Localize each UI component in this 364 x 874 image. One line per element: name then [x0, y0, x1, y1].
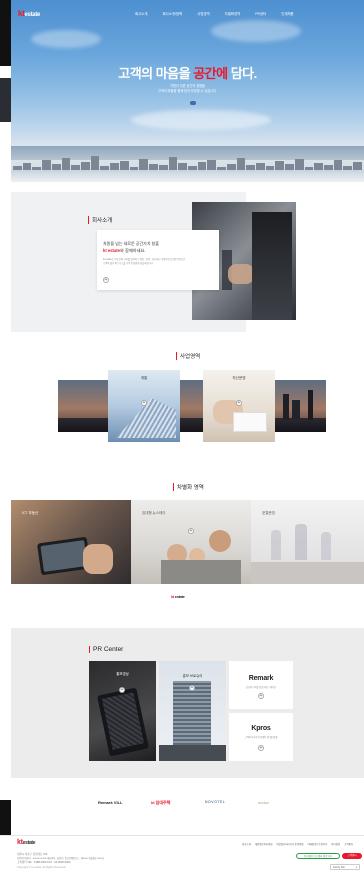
pr-card-brochure[interactable]: 홍보 브로슈어 +	[159, 661, 226, 761]
business-strip	[58, 380, 326, 432]
company-card: 차원을 넘는 새로운 공간가치 창출 kt estate와 함께하세요. kt …	[97, 230, 219, 290]
pr-remark-plus-icon[interactable]: +	[258, 693, 264, 699]
customer-center-button[interactable]: 고객센터	[342, 853, 362, 859]
partner-andaz[interactable]: andaz	[258, 800, 269, 805]
pr-brochure-plus-icon[interactable]: +	[189, 685, 195, 691]
business-title: 사업영역	[176, 352, 200, 360]
business-box-develop[interactable]: 개발 +	[108, 370, 180, 442]
family-site-select[interactable]: Family Site ▾	[330, 864, 360, 870]
nav-item-business[interactable]: 사업영역	[197, 11, 209, 16]
nav-item-diff[interactable]: 차별화영역	[225, 11, 241, 16]
business-asset-plus-icon[interactable]: +	[236, 400, 242, 406]
pr-card-remark[interactable]: Remark 공간의 가치를 만들어가는 매거진 +	[229, 661, 293, 709]
footer-logo[interactable]: ktestate	[17, 839, 36, 846]
company-card-desc-2: 고객의 삶과 비즈니스를 더욱 풍요롭게 만들어갑니다.	[103, 263, 154, 265]
left-decor-bar-hero	[0, 78, 11, 122]
diff-card-rental[interactable]: 임대형 뉴스테이 +	[131, 500, 251, 584]
partner-novotel[interactable]: NOVOTEL	[205, 800, 225, 804]
hero-play-icon[interactable]	[190, 101, 196, 105]
remark-desc: 공간의 가치를 만들어가는 매거진	[246, 687, 276, 689]
hero-title: 고객의 마음을 공간에 담다.	[118, 66, 257, 81]
diff-card-hotel-label: 호텔운영	[262, 511, 275, 515]
site-logo[interactable]: ktestate	[18, 9, 40, 18]
pr-video-plus-icon[interactable]: +	[119, 687, 125, 693]
partner-remark-vill[interactable]: Remark VILL	[98, 800, 122, 805]
left-decor-bar-top	[0, 0, 11, 66]
footer-link-cctv[interactable]: 영상정보처리기기 운영방침	[276, 842, 303, 846]
partner-kt-rental[interactable]: kt 임대주택	[151, 800, 170, 806]
nav-item-recruit[interactable]: 인재채용	[281, 11, 293, 16]
footer-copyright: Copyright © kt estate. All Rights Reserv…	[17, 866, 67, 869]
diff-card-ict-label: ICT 부동산	[22, 511, 39, 515]
pr-card-kpros[interactable]: Kpros 고객의 자산가치 증대와 관리를 함께 +	[229, 713, 293, 761]
company-title: 회사소개	[88, 216, 112, 224]
nav-item-company[interactable]: 회사소개	[135, 11, 147, 16]
nav-item-pr[interactable]: PR센터	[255, 11, 266, 16]
hero-river	[11, 170, 364, 182]
business-box-asset-label: 자산운영	[232, 376, 246, 380]
kpros-desc: 고객의 자산가치 증대와 관리를 함께	[244, 737, 278, 739]
footer-link-email[interactable]: 이메일무단수집거부	[307, 842, 327, 846]
main-nav: 회사소개 회사소개/정책 사업영역 차별화영역 PR센터 인재채용	[135, 11, 294, 16]
company-card-headline: 차원을 넘는 새로운 공간가치 창출	[103, 241, 159, 246]
business-box-asset[interactable]: 자산운영 +	[203, 370, 275, 442]
diff-card-rental-label: 임대형 뉴스테이	[142, 511, 166, 515]
pr-kpros-plus-icon[interactable]: +	[258, 745, 264, 751]
hero-banner: ktestate 회사소개 회사소개/정책 사업영역 차별화영역 PR센터 인재…	[11, 0, 364, 182]
diff-title: 차별화 영역	[173, 483, 204, 491]
pr-card-video-label: 홍보영상	[116, 672, 129, 676]
company-more-icon[interactable]: +	[103, 277, 109, 283]
diff-rental-plus-icon[interactable]: +	[188, 528, 194, 534]
diff-card-ict[interactable]: ICT 부동산	[11, 500, 131, 584]
footer-links: 회사소개 개인정보처리방침 영상정보처리기기 운영방침 이메일무단수집거부 윤리…	[242, 842, 353, 846]
footer-link-company[interactable]: 회사소개	[242, 842, 251, 846]
pr-card-brochure-label: 홍보 브로슈어	[182, 674, 203, 678]
nav-item-policy[interactable]: 회사소개/정책	[162, 11, 182, 16]
left-decor-bar-bottom	[0, 800, 11, 836]
diff-card-hotel[interactable]: 호텔운영	[251, 500, 364, 584]
footer-address-3: 고객센터 TEL : 1588-0000 FAX : 02-0000-0000	[17, 861, 71, 864]
remark-title: Remark	[248, 675, 274, 682]
business-box-develop-label: 개발	[140, 376, 148, 380]
hero-subtitle-1: 차원이 다른 공간의 경험을	[170, 84, 205, 88]
company-card-brandline: kt estate와 함께하세요.	[103, 248, 146, 253]
pr-card-video[interactable]: 홍보영상 +	[89, 661, 156, 761]
chevron-down-icon: ▾	[355, 866, 357, 869]
pr-title: PR Center	[89, 646, 123, 653]
diff-footer-logo: kt estate	[171, 594, 185, 599]
footer-link-ethics[interactable]: 윤리경영	[331, 842, 340, 846]
business-develop-plus-icon[interactable]: +	[141, 400, 147, 406]
footer-link-privacy[interactable]: 개인정보처리방침	[255, 842, 273, 846]
hero-subtitle-2: 고객의 마음을 함께 담아 보관할 수 있습니다.	[158, 89, 217, 93]
kpros-title: Kpros	[251, 725, 271, 732]
footer-link-cs[interactable]: 고객센터	[344, 842, 353, 846]
ethics-report-button[interactable]: 윤리경영 신고센터 바로가기	[296, 853, 340, 859]
